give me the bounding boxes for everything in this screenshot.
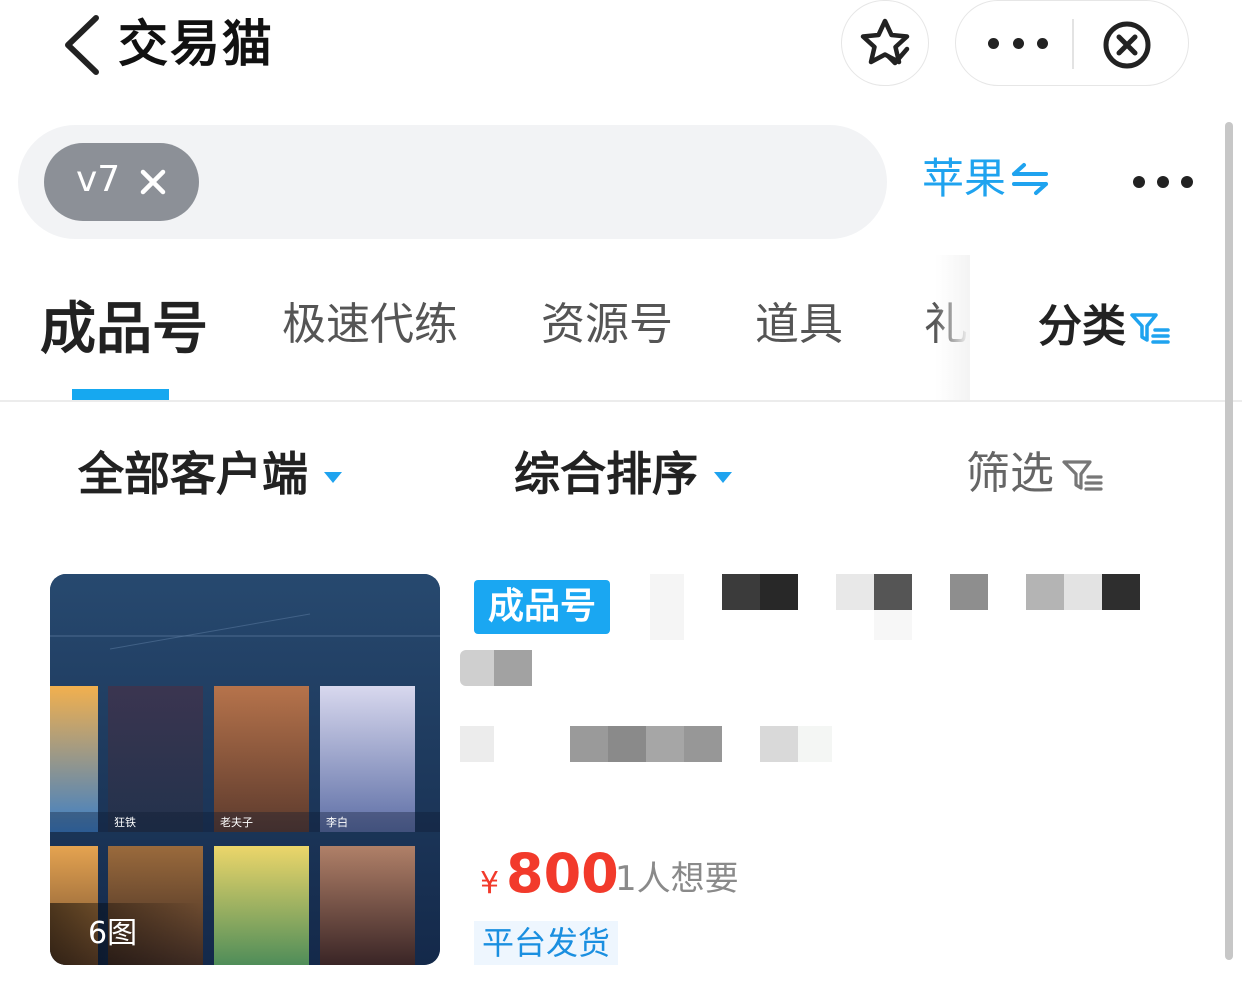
mini-program-capsule — [955, 0, 1189, 86]
swap-icon — [1012, 163, 1049, 195]
hero-caption: 老夫子 — [220, 816, 253, 829]
sort-dropdown-label: 综合排序 — [514, 447, 698, 501]
image-count-label: 6图 — [50, 903, 200, 965]
tab-divider — [0, 400, 1242, 402]
sort-dropdown[interactable]: 综合排序 — [514, 443, 732, 505]
redacted-attributes — [460, 724, 860, 764]
favorite-button[interactable] — [841, 0, 929, 86]
wants-count: 1人想要 — [615, 859, 739, 899]
client-dropdown[interactable]: 全部客户端 — [78, 443, 342, 505]
hero-caption: 狂铁 — [114, 816, 136, 829]
screen-filter-label: 筛选 — [966, 448, 1054, 499]
redacted-title-line-2 — [460, 650, 540, 686]
scrollbar[interactable] — [1225, 122, 1233, 960]
tab-items[interactable]: 道具 — [755, 295, 843, 355]
more-options-icon[interactable] — [1133, 171, 1193, 193]
redacted-title — [640, 570, 1160, 640]
tab-fast-leveling[interactable]: 极速代练 — [282, 295, 458, 355]
page-title: 交易猫 — [118, 15, 274, 73]
chevron-left-icon[interactable] — [60, 14, 104, 76]
category-button[interactable]: 分类 — [970, 255, 1224, 400]
price-currency: ¥ — [480, 866, 500, 901]
tab-resource-account[interactable]: 资源号 — [541, 295, 673, 355]
tab-indicator — [72, 389, 169, 400]
chip-label: v7 — [76, 159, 121, 200]
tab-finished-account[interactable]: 成品号 — [40, 295, 208, 365]
capsule-divider — [1072, 19, 1074, 69]
close-circle-icon[interactable] — [1102, 20, 1152, 70]
listing-type-badge: 成品号 — [474, 580, 610, 634]
caret-down-icon — [324, 471, 342, 483]
category-label: 分类 — [1038, 301, 1126, 352]
hero-caption: 李白 — [326, 816, 348, 829]
tab-scroll-fade — [935, 255, 975, 400]
filter-list-icon — [1062, 460, 1103, 491]
platform-label: 苹果 — [922, 154, 1007, 203]
caret-down-icon — [714, 471, 732, 483]
price-value: 800 — [506, 842, 619, 905]
platform-switch[interactable]: 苹果 — [922, 150, 1050, 208]
product-thumbnail[interactable]: 狂铁 老夫子 李白 6图 — [50, 574, 440, 965]
more-dots-icon[interactable] — [988, 25, 1048, 61]
filter-list-icon — [1130, 313, 1170, 344]
search-keyword-chip[interactable]: v7 — [44, 143, 199, 221]
star-check-icon — [860, 18, 910, 66]
screen-filter-button[interactable]: 筛选 — [966, 443, 1104, 505]
clear-icon[interactable] — [137, 166, 169, 198]
shipping-tag: 平台发货 — [474, 921, 619, 965]
client-dropdown-label: 全部客户端 — [78, 447, 308, 501]
